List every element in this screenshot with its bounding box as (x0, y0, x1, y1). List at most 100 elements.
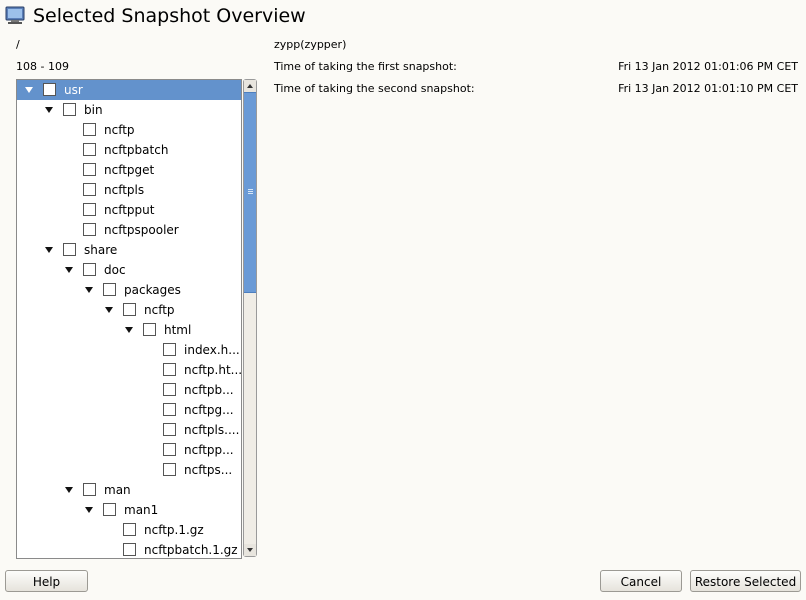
tree-item-label: doc (104, 263, 126, 277)
first-snapshot-label: Time of taking the first snapshot: (274, 60, 457, 73)
expand-triangle-icon[interactable] (25, 87, 33, 93)
grip-line (248, 189, 253, 190)
tree-item-ncftpput[interactable]: ncftpput (17, 200, 241, 220)
tree-item-label: html (164, 323, 192, 337)
grip-line (248, 193, 253, 194)
tree-item-share[interactable]: share (17, 240, 241, 260)
snapshot-path: / (16, 38, 20, 51)
tree-item-ncftpls[interactable]: ncftpls (17, 180, 241, 200)
tree-checkbox[interactable] (163, 463, 176, 476)
tree-item-label: ncftpput (104, 203, 155, 217)
expand-triangle-icon[interactable] (85, 287, 93, 293)
tree-item-label: ncftpspooler (104, 223, 179, 237)
tree-checkbox[interactable] (83, 223, 96, 236)
tree-item-label: ncftpbatch (104, 143, 169, 157)
tree-checkbox[interactable] (83, 183, 96, 196)
tree-item-html-file[interactable]: ncftp.ht... (17, 360, 241, 380)
tree-item-label: ncftps... (184, 463, 233, 477)
page-title: Selected Snapshot Overview (33, 5, 306, 27)
snapshot-description: zypp(zypper) (274, 38, 347, 51)
tree-item-bin[interactable]: bin (17, 100, 241, 120)
tree-checkbox[interactable] (123, 303, 136, 316)
help-button[interactable]: Help (5, 570, 88, 592)
tree-item-label: ncftp.ht... (184, 363, 242, 377)
tree-item-label: index.h... (184, 343, 240, 357)
tree-item-label: ncftpb... (184, 383, 234, 397)
tree-item-label: ncftpp... (184, 443, 234, 457)
tree-item-html-file[interactable]: ncftpb... (17, 380, 241, 400)
snapshot-app-icon (5, 6, 25, 24)
file-tree[interactable]: usr bin ncftp ncftpbatch ncftpget ncftpl… (16, 79, 242, 559)
tree-item-doc[interactable]: doc (17, 260, 241, 280)
tree-item-html-file[interactable]: ncftpls.... (17, 420, 241, 440)
tree-checkbox[interactable] (163, 383, 176, 396)
tree-item-html-file[interactable]: index.h... (17, 340, 241, 360)
tree-item-html-file[interactable]: ncftpg... (17, 400, 241, 420)
tree-checkbox[interactable] (83, 483, 96, 496)
tree-item-man1[interactable]: man1 (17, 500, 241, 520)
tree-checkbox[interactable] (83, 163, 96, 176)
tree-item-label: share (84, 243, 118, 257)
tree-item-html[interactable]: html (17, 320, 241, 340)
expand-triangle-icon[interactable] (105, 307, 113, 313)
tree-item-ncftpbatch[interactable]: ncftpbatch (17, 140, 241, 160)
tree-checkbox[interactable] (63, 243, 76, 256)
expand-triangle-icon[interactable] (85, 507, 93, 513)
tree-item-ncftpspooler[interactable]: ncftpspooler (17, 220, 241, 240)
tree-checkbox[interactable] (103, 283, 116, 296)
arrow-down-icon (247, 548, 253, 552)
scroll-up-button[interactable] (244, 80, 256, 92)
tree-item-label: packages (124, 283, 181, 297)
tree-item-label: ncftpls (104, 183, 145, 197)
tree-item-label: ncftp (104, 123, 135, 137)
tree-checkbox[interactable] (83, 203, 96, 216)
tree-item-man-file[interactable]: ncftpbatch.1.gz (17, 540, 241, 558)
scroll-down-button[interactable] (244, 544, 256, 556)
tree-item-label: ncftp (144, 303, 175, 317)
snapshot-range: 108 - 109 (16, 60, 69, 73)
tree-checkbox[interactable] (163, 363, 176, 376)
tree-item-ncftp-docs[interactable]: ncftp (17, 300, 241, 320)
tree-checkbox[interactable] (63, 103, 76, 116)
tree-item-man-file[interactable]: ncftp.1.gz (17, 520, 241, 540)
tree-item-label: usr (64, 83, 83, 97)
tree-item-label: ncftpget (104, 163, 155, 177)
tree-checkbox[interactable] (163, 423, 176, 436)
tree-checkbox[interactable] (83, 123, 96, 136)
expand-triangle-icon[interactable] (65, 267, 73, 273)
tree-checkbox[interactable] (83, 263, 96, 276)
scrollbar-thumb[interactable] (244, 92, 256, 293)
tree-item-man[interactable]: man (17, 480, 241, 500)
tree-checkbox[interactable] (143, 323, 156, 336)
tree-item-ncftpget[interactable]: ncftpget (17, 160, 241, 180)
expand-triangle-icon[interactable] (45, 247, 53, 253)
cancel-button[interactable]: Cancel (600, 570, 682, 592)
tree-item-label: man (104, 483, 131, 497)
restore-selected-button[interactable]: Restore Selected (690, 570, 801, 592)
tree-checkbox[interactable] (103, 503, 116, 516)
second-snapshot-label: Time of taking the second snapshot: (274, 82, 475, 95)
arrow-up-icon (247, 84, 253, 88)
tree-checkbox[interactable] (123, 543, 136, 556)
expand-triangle-icon[interactable] (125, 327, 133, 333)
tree-item-html-file[interactable]: ncftps... (17, 460, 241, 480)
tree-checkbox[interactable] (83, 143, 96, 156)
tree-item-usr[interactable]: usr (17, 80, 241, 100)
tree-checkbox[interactable] (163, 403, 176, 416)
tree-checkbox[interactable] (123, 523, 136, 536)
tree-item-label: bin (84, 103, 103, 117)
second-snapshot-time: Fri 13 Jan 2012 01:01:10 PM CET (618, 82, 798, 95)
tree-item-label: ncftpls.... (184, 423, 240, 437)
expand-triangle-icon[interactable] (45, 107, 53, 113)
tree-item-ncftp[interactable]: ncftp (17, 120, 241, 140)
expand-triangle-icon[interactable] (65, 487, 73, 493)
tree-item-html-file[interactable]: ncftpp... (17, 440, 241, 460)
tree-checkbox[interactable] (163, 343, 176, 356)
tree-item-label: man1 (124, 503, 159, 517)
tree-item-packages[interactable]: packages (17, 280, 241, 300)
tree-scrollbar[interactable] (243, 79, 257, 557)
tree-checkbox[interactable] (43, 83, 56, 96)
tree-item-label: ncftp.1.gz (144, 523, 204, 537)
tree-checkbox[interactable] (163, 443, 176, 456)
tree-item-label: ncftpbatch.1.gz (144, 543, 238, 557)
